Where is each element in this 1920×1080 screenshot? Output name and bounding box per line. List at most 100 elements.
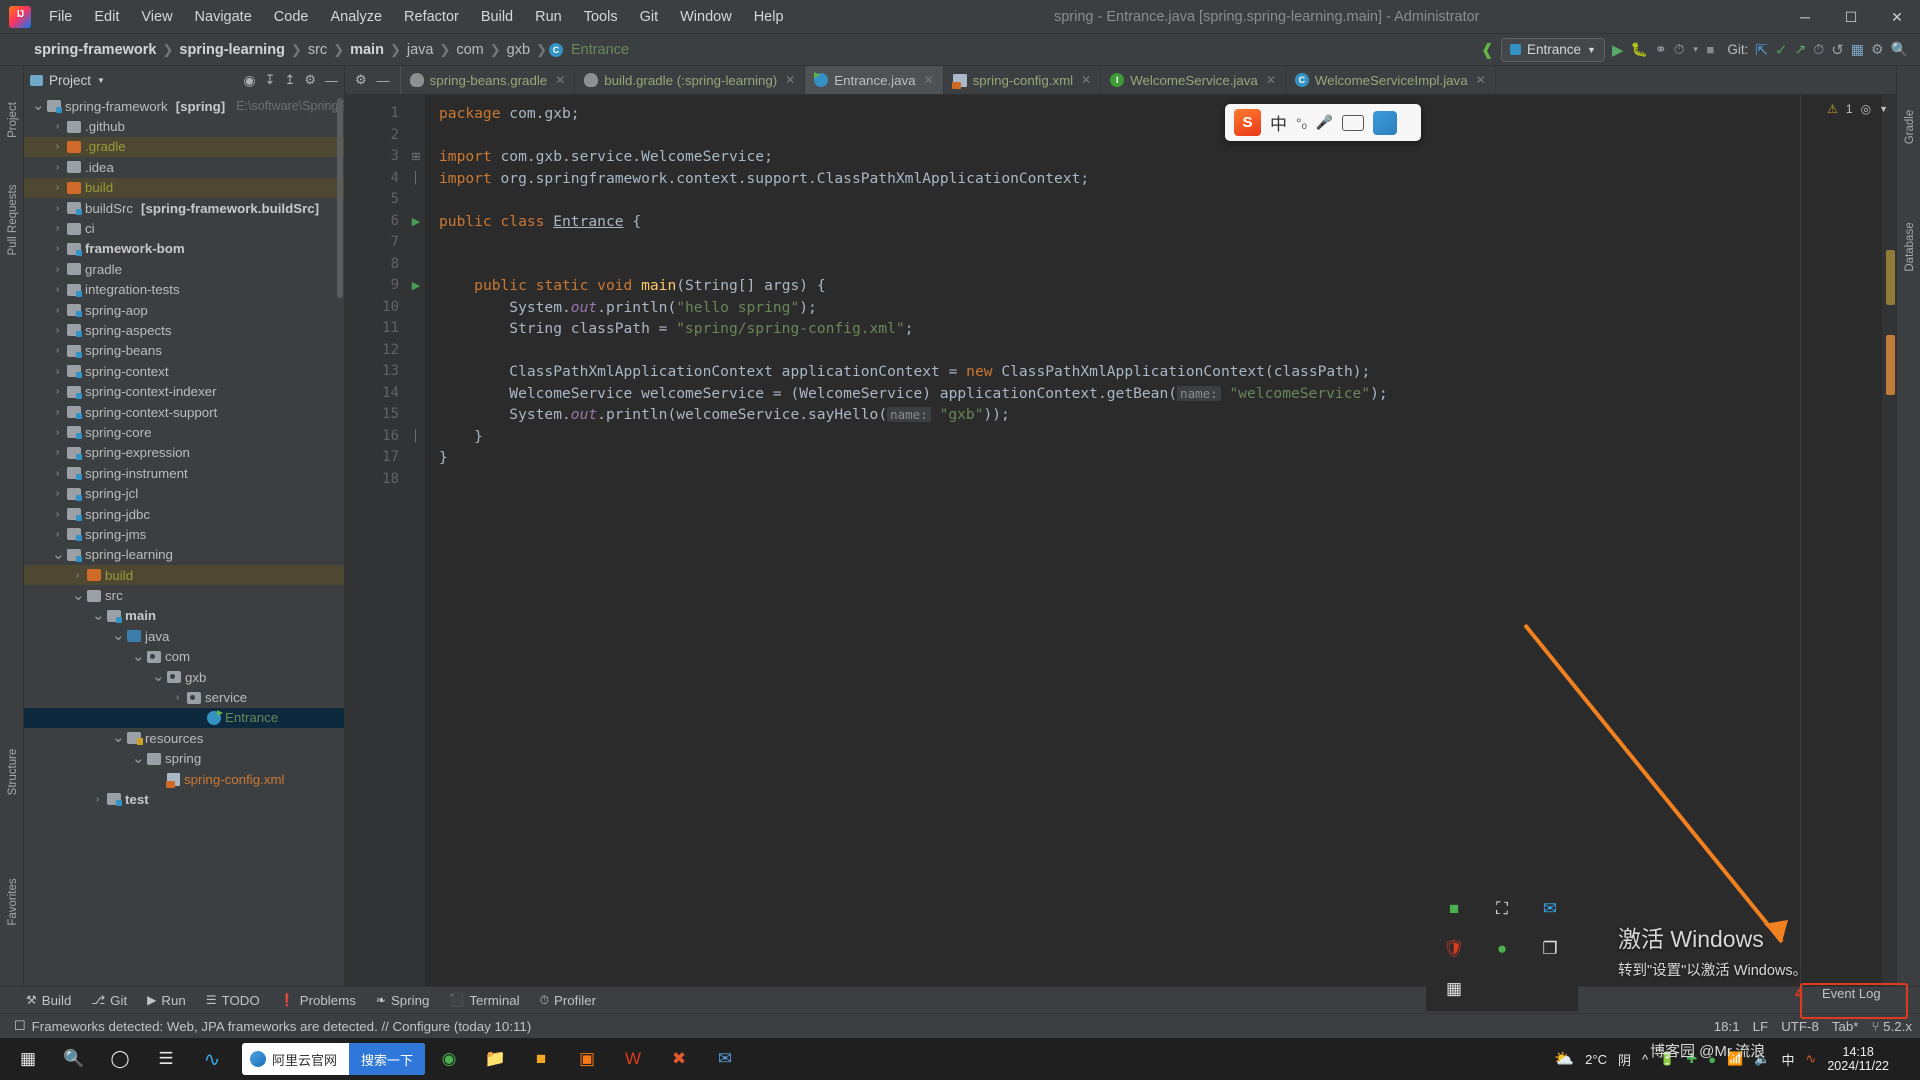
tree-node-spring-jdbc[interactable]: › spring-jdbc <box>24 504 344 524</box>
tree-node-com[interactable]: ⌄ com <box>24 647 344 667</box>
breadcrumb-item-0[interactable]: spring-framework <box>30 40 160 60</box>
minimize-button[interactable]: ─ <box>1782 0 1828 34</box>
chevron-right-icon[interactable]: › <box>52 488 63 499</box>
run-gutter-icon[interactable]: ▶ <box>407 211 425 233</box>
tree-node-spring[interactable]: ⌄ spring <box>24 749 344 769</box>
tool-window-spring[interactable]: ❧ Spring <box>368 991 438 1010</box>
editor-tab-build-gradle---spring-learning-[interactable]: build.gradle (:spring-learning) ✕ <box>575 66 806 94</box>
chevron-right-icon[interactable]: › <box>52 284 63 295</box>
clock-widget[interactable]: 14:18 2024/11/22 <box>1827 1045 1889 1074</box>
browser-search-button[interactable]: 搜索一下 <box>349 1043 426 1075</box>
chevron-right-icon[interactable]: › <box>52 427 63 438</box>
chevron-right-icon[interactable]: › <box>52 366 63 377</box>
git-update-icon[interactable]: ⇱ <box>1755 41 1768 59</box>
caret-position[interactable]: 18:1 <box>1714 1019 1740 1034</box>
tree-node-integration-tests[interactable]: › integration-tests <box>24 280 344 300</box>
chevron-down-icon[interactable]: ▼ <box>97 76 105 85</box>
git-commit-icon[interactable]: ✓ <box>1775 41 1788 59</box>
close-tab-icon[interactable]: ✕ <box>555 73 565 87</box>
event-log-label[interactable]: Event Log <box>1822 986 1881 1001</box>
code-line[interactable]: System.out.println(welcomeService.sayHel… <box>439 404 1882 426</box>
close-tab-icon[interactable]: ✕ <box>1476 73 1486 87</box>
code-line[interactable]: public class Entrance { <box>439 211 1882 233</box>
ime-indicator[interactable]: 中 <box>1781 1050 1794 1069</box>
shield-red-icon[interactable]: 🛡 <box>1430 929 1478 969</box>
close-tab-icon[interactable]: ✕ <box>785 73 795 87</box>
excel-icon[interactable]: ✖ <box>657 1039 701 1079</box>
fold-marker[interactable]: │ <box>407 426 425 448</box>
editor-tabs[interactable]: spring-beans.gradle ✕ build.gradle (:sprin… <box>401 66 1496 94</box>
microphone-icon[interactable]: 🎤 <box>1316 114 1333 131</box>
breadcrumb-item-7[interactable]: Entrance <box>567 40 633 60</box>
chevron-right-icon[interactable]: › <box>52 162 63 173</box>
intellij-taskbar-icon[interactable]: ▣ <box>565 1039 609 1079</box>
indent-setting[interactable]: Tab* <box>1832 1019 1859 1034</box>
run-configuration-selector[interactable]: Entrance ▼ <box>1500 37 1605 62</box>
build-hammer-icon[interactable]: ❰ <box>1481 40 1494 60</box>
sogou-tray-icon[interactable]: ∿ <box>1805 1051 1816 1067</box>
close-button[interactable]: ✕ <box>1874 0 1920 34</box>
tool-window-terminal[interactable]: ⬛ Terminal <box>441 991 527 1010</box>
ime-toolbox-icon[interactable] <box>1373 110 1398 135</box>
error-marker[interactable] <box>1886 335 1895 395</box>
tree-node-build[interactable]: › build <box>24 564 344 586</box>
tray-expand-chevron-icon[interactable]: ^ <box>1642 1052 1648 1067</box>
wps-icon[interactable]: W <box>611 1039 655 1079</box>
code-content[interactable]: package com.gxb; import com.gxb.service.W… <box>425 95 1882 986</box>
menu-item-window[interactable]: Window <box>670 5 742 29</box>
windows-taskbar[interactable]: ▦ 🔍 ◯ ☰ ∿ 阿里云官网 搜索一下 ◉ 📁 ■ ▣ W ✖ ✉ ⛅ 2°C… <box>0 1038 1920 1080</box>
profiler-icon[interactable]: ⏱ <box>1674 41 1685 58</box>
inspection-widget[interactable]: ⚠ 1 ◎ ▼ <box>1819 95 1896 123</box>
line-separator[interactable]: LF <box>1753 1019 1769 1034</box>
history-icon[interactable]: ⏱ <box>1813 41 1824 58</box>
select-opened-file-icon[interactable]: ◉ <box>243 72 255 89</box>
ime-mode-label[interactable]: 中 <box>1270 110 1287 135</box>
tree-node-spring-aop[interactable]: › spring-aop <box>24 300 344 320</box>
tree-node--github[interactable]: › .github <box>24 116 344 136</box>
code-line[interactable] <box>439 254 1882 276</box>
task-view-icon[interactable]: ☰ <box>144 1039 188 1079</box>
chevron-right-icon[interactable]: › <box>52 447 63 458</box>
chevron-right-icon[interactable]: › <box>52 345 63 356</box>
editor-tab-welcomeservice-java[interactable]: WelcomeService.java ✕ <box>1101 66 1286 94</box>
tree-node-spring-context-indexer[interactable]: › spring-context-indexer <box>24 381 344 401</box>
run-toolbar[interactable]: ❰ Entrance ▼ ▶ 🐛 ⚭ ⏱ ▼ ■ Git: ⇱ ✓ ↗ ⏱ ↺ … <box>1481 37 1914 62</box>
rail-item-pull-requests[interactable]: Pull Requests <box>7 170 19 270</box>
file-explorer-icon[interactable]: 📁 <box>473 1039 517 1079</box>
run-icon[interactable]: ▶ <box>1612 41 1624 59</box>
cortana-circle-icon[interactable]: ◯ <box>98 1039 142 1079</box>
tree-node-main[interactable]: ⌄ main <box>24 606 344 626</box>
git-branch-widget[interactable]: ⑂ 5.2.x <box>1871 1019 1912 1034</box>
chevron-right-icon[interactable]: › <box>52 509 63 520</box>
windows-start-icon[interactable]: ▦ <box>6 1039 50 1079</box>
tree-node-build[interactable]: › build <box>24 177 344 198</box>
hide-icon[interactable]: — <box>325 73 338 88</box>
battery-green-icon[interactable]: ■ <box>1430 889 1478 929</box>
code-line[interactable] <box>439 340 1882 362</box>
project-tree[interactable]: ⌄ spring-framework [spring] E:\software\Spr… <box>24 94 344 986</box>
rail-item-project[interactable]: Project <box>7 90 19 150</box>
breadcrumb-item-2[interactable]: src <box>304 40 331 60</box>
editor-tab-spring-config-xml[interactable]: spring-config.xml ✕ <box>944 66 1102 94</box>
hide-icon[interactable]: — <box>377 73 390 88</box>
breadcrumb-item-3[interactable]: main <box>346 40 388 60</box>
inspection-level-icon[interactable]: ◎ <box>1861 102 1871 116</box>
chevron-down-icon[interactable]: ⌄ <box>32 98 45 113</box>
tree-node-framework-bom[interactable]: › framework-bom <box>24 239 344 259</box>
tool-window-run[interactable]: ▶ Run <box>139 991 194 1010</box>
code-line[interactable]: System.out.println("hello spring"); <box>439 297 1882 319</box>
editor-tab-welcomeserviceimpl-java[interactable]: WelcomeServiceImpl.java ✕ <box>1286 66 1496 94</box>
bluetooth-icon[interactable]: ✉ <box>1526 889 1574 929</box>
code-editor[interactable]: 1 2 3 4 5 6 7 8 9 10 11 12 13 14 15 16 17 18 ⊞ │ ▶ ▶ │ packag… <box>345 95 1896 986</box>
close-tab-icon[interactable]: ✕ <box>924 73 934 87</box>
project-scrollbar[interactable] <box>337 98 343 298</box>
chevron-down-icon[interactable]: ▼ <box>1587 45 1596 55</box>
ime-pinyin-icon[interactable]: °ₒ <box>1296 115 1307 131</box>
tree-node--gradle[interactable]: › .gradle <box>24 136 344 158</box>
show-desktop-button[interactable] <box>1900 1052 1906 1067</box>
tool-window-profiler[interactable]: ⏱ Profiler <box>532 991 605 1010</box>
tool-window-todo[interactable]: ☰ TODO <box>198 991 268 1010</box>
menu-item-help[interactable]: Help <box>744 5 794 29</box>
chevron-down-icon[interactable]: ⌄ <box>92 608 105 623</box>
run-gutter-icon[interactable]: ▶ <box>407 275 425 297</box>
